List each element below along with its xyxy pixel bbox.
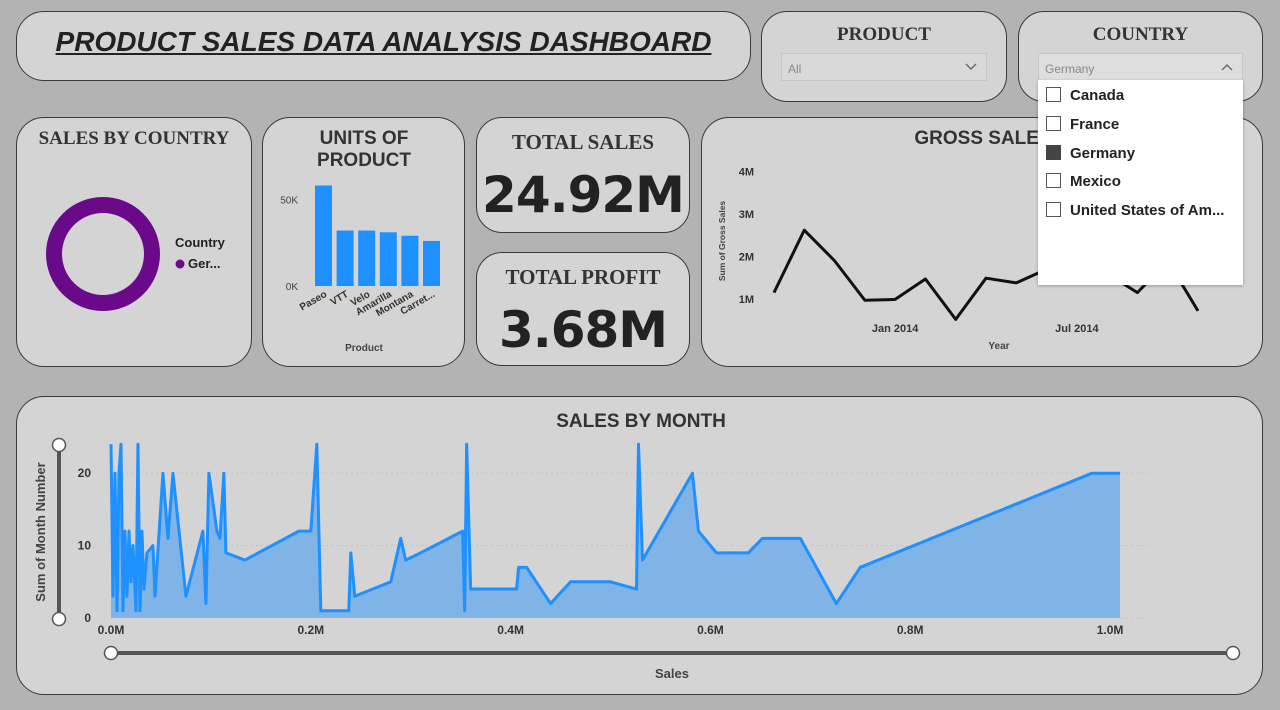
uop-bar-0[interactable] [315, 185, 332, 286]
uop-x-tick: VTT [329, 289, 351, 308]
units-of-product-title-line2: PRODUCT [317, 150, 411, 171]
gs-y-tick: 2M [739, 252, 754, 264]
country-option-0[interactable]: Canada [1038, 80, 1243, 109]
country-option-label: Germany [1070, 144, 1136, 162]
chevron-down-icon [965, 63, 977, 70]
country-option-1[interactable]: France [1038, 109, 1243, 138]
country-dropdown-list: Canada France Germany Mexico United States o… [1038, 80, 1243, 285]
total-profit-value: 3.68M [498, 301, 668, 359]
product-dropdown[interactable]: All [781, 53, 987, 81]
gs-y-tick: 1M [739, 294, 754, 306]
gs-x-axis-label: Year [988, 341, 1009, 352]
y-range-slider-handle-bottom[interactable] [51, 611, 67, 627]
sales-by-country-chart: Country Ger... [46, 197, 226, 311]
uop-bar-1[interactable] [336, 230, 354, 286]
sbm-y-tick: 20 [78, 466, 92, 480]
sbm-y-tick: 0 [84, 611, 91, 625]
donut-slice-germany[interactable] [46, 197, 160, 311]
total-sales-card: TOTAL SALES 24.92M [476, 117, 690, 233]
country-option-2[interactable]: Germany [1038, 138, 1243, 167]
gs-y-axis-label: Sum of Gross Sales [717, 201, 727, 282]
sales-by-month-card: SALES BY MONTH Sales Sum of Month Number… [16, 396, 1263, 695]
sales-by-month-title: SALES BY MONTH [556, 411, 726, 432]
uop-bar-5[interactable] [423, 240, 440, 286]
product-slicer-title: PRODUCT [837, 24, 931, 45]
legend-item-germany[interactable]: Ger... [188, 256, 221, 271]
checkbox-icon[interactable] [1046, 115, 1061, 131]
total-sales-value: 24.92M [482, 166, 685, 224]
sbm-y-tick: 10 [78, 539, 92, 553]
units-of-product-title-line1: UNITS OF [320, 128, 409, 149]
x-range-slider-handle-right[interactable] [1225, 645, 1241, 661]
sbm-x-tick: 0.2M [297, 623, 324, 637]
sales-by-month-chart: SALES BY MONTH Sales Sum of Month Number… [33, 411, 1241, 681]
total-sales-title: TOTAL SALES [511, 130, 655, 154]
sbm-area-fill [111, 444, 1121, 618]
country-dropdown-value: Germany [1045, 62, 1095, 76]
country-option-label: France [1070, 115, 1120, 133]
sales-by-country-card: SALES BY COUNTRY Country Ger... [16, 117, 252, 367]
gs-y-tick: 4M [739, 167, 754, 179]
total-profit-card: TOTAL PROFIT 3.68M [476, 252, 690, 366]
checkbox-icon[interactable] [1046, 173, 1061, 189]
checkbox-icon[interactable] [1046, 202, 1061, 218]
uop-x-tick: Paseo [298, 289, 329, 313]
uop-bar-2[interactable] [358, 230, 376, 286]
country-option-label: Mexico [1070, 173, 1121, 191]
country-option-label: United States of Am... [1070, 202, 1225, 220]
units-of-product-chart: UNITS OF PRODUCT Product 0K50KPaseo VTTVe… [280, 128, 440, 354]
chevron-up-icon [1221, 64, 1233, 71]
sbm-x-tick: 0.4M [497, 623, 524, 637]
sbm-x-tick: 1.0M [1097, 623, 1124, 637]
total-profit-title: TOTAL PROFIT [505, 265, 661, 289]
checkbox-checked-icon[interactable] [1046, 144, 1061, 160]
product-slicer: PRODUCT All [761, 11, 1007, 102]
sbm-x-tick: 0.6M [697, 623, 724, 637]
sbm-x-tick: 0.8M [897, 623, 924, 637]
country-option-label: Canada [1070, 87, 1125, 104]
checkbox-icon[interactable] [1046, 87, 1061, 102]
units-of-product-card: UNITS OF PRODUCT Product 0K 50K Paseo VTT Ve… [262, 117, 465, 367]
gs-y-tick: 3M [739, 209, 754, 221]
sbm-y-axis-label: Sum of Month Number [33, 462, 48, 601]
sbm-x-tick: 0.0M [98, 623, 125, 637]
dashboard-title: PRODUCT SALES DATA ANALYSIS DASHBOARD [55, 26, 712, 57]
legend-title: Country [175, 235, 226, 250]
uop-bar-4[interactable] [401, 235, 419, 286]
uop-x-axis-label: Product [345, 343, 383, 354]
country-option-4[interactable]: United States of Am... [1038, 195, 1243, 224]
uop-bar-3[interactable] [379, 232, 397, 286]
dashboard-title-card: PRODUCT SALES DATA ANALYSIS DASHBOARD [16, 11, 751, 81]
country-dropdown[interactable]: Germany [1038, 53, 1243, 81]
country-slicer-title: COUNTRY [1092, 24, 1189, 45]
x-range-slider-handle-left[interactable] [103, 645, 119, 661]
gross-sales-title: GROSS SALES [914, 128, 1051, 149]
y-range-slider-handle-top[interactable] [51, 437, 67, 453]
uop-y-tick: 50K [280, 195, 298, 206]
legend-dot-icon [175, 259, 185, 269]
sbm-x-axis-label: Sales [655, 666, 689, 681]
product-dropdown-value: All [788, 62, 802, 76]
uop-y-tick: 0K [286, 282, 299, 293]
country-option-3[interactable]: Mexico [1038, 166, 1243, 195]
gs-x-tick: Jan 2014 [872, 323, 919, 335]
gs-x-tick: Jul 2014 [1055, 323, 1099, 335]
